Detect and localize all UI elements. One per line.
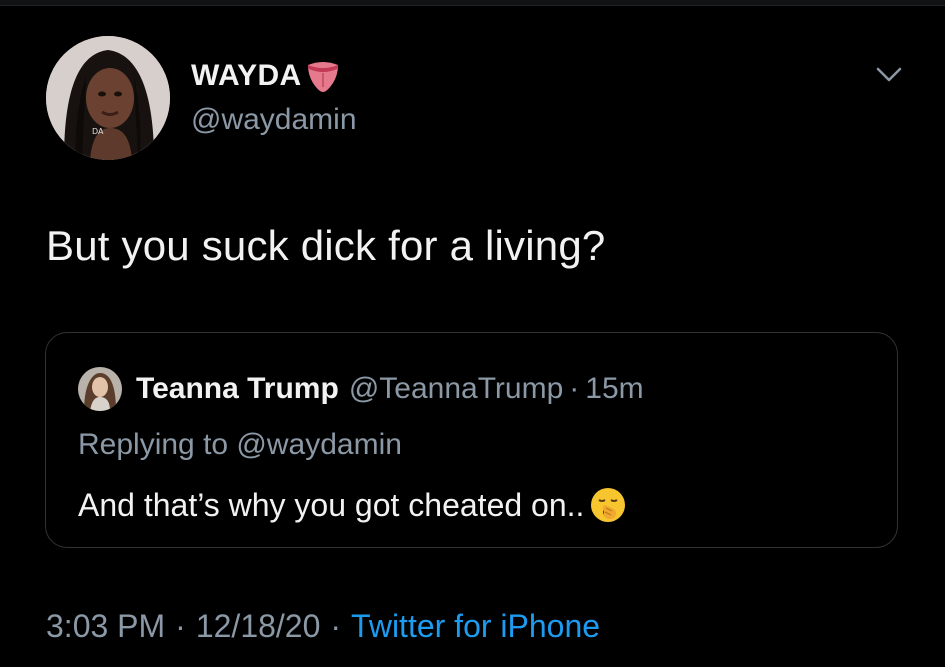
author-display-name[interactable]: WAYDA — [191, 59, 301, 93]
tweet-source-link[interactable]: Twitter for iPhone — [351, 608, 600, 645]
tweet-date[interactable]: 12/18/20 — [196, 608, 321, 645]
quoted-handle[interactable]: @TeannaTrump — [349, 372, 563, 406]
quoted-separator: · — [569, 372, 580, 405]
quoted-tweet-header: Teanna Trump @TeannaTrump · 15m — [78, 367, 644, 411]
tweet-text: But you suck dick for a living? — [46, 222, 606, 269]
quoted-author-avatar[interactable] — [78, 367, 122, 411]
quoted-tweet-text-row: And that’s why you got cheated on.. — [78, 485, 628, 525]
author-name-row[interactable]: WAYDA — [191, 58, 341, 94]
quoted-tweet-card[interactable]: Teanna Trump @TeannaTrump · 15m Replying… — [45, 332, 898, 548]
top-divider — [0, 0, 945, 6]
meta-separator: · — [175, 608, 186, 644]
meta-separator: · — [330, 608, 342, 644]
profile-photo: DA — [46, 36, 170, 160]
author-handle[interactable]: @waydamin — [191, 103, 357, 137]
tongue-emoji-icon — [305, 59, 341, 93]
quoted-display-name[interactable]: Teanna Trump — [136, 372, 339, 406]
tweet-time[interactable]: 3:03 PM — [46, 608, 165, 645]
quoted-timestamp[interactable]: 15m — [585, 372, 643, 406]
avatar-caption: DA — [92, 127, 104, 136]
replying-to-label: Replying to @waydamin — [78, 428, 402, 461]
quoted-tweet-text: And that’s why you got cheated on.. — [78, 486, 585, 523]
yawning-face-emoji-icon — [588, 485, 628, 525]
tweet-metadata: 3:03 PM · 12/18/20 · Twitter for iPhone — [46, 608, 600, 645]
author-avatar[interactable]: DA — [46, 36, 170, 160]
chevron-down-icon[interactable] — [872, 62, 906, 88]
